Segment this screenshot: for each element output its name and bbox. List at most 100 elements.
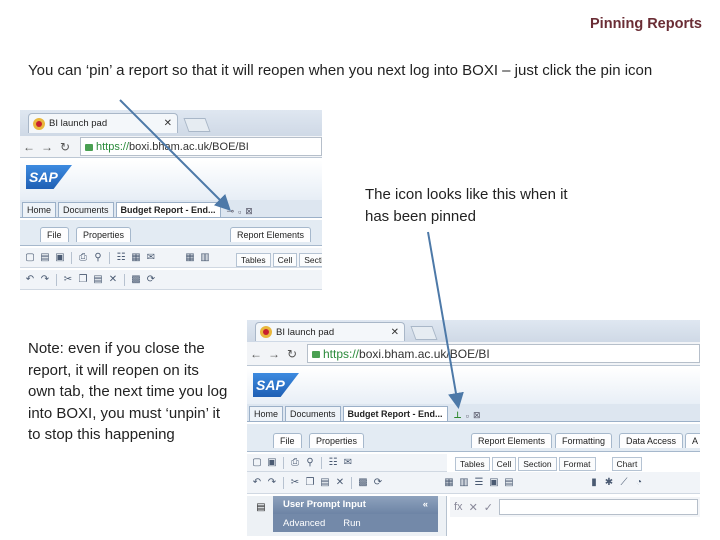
undo-icon[interactable]: ↶ — [251, 477, 263, 489]
minimize-icon[interactable]: ▫ — [238, 207, 241, 217]
sub-tab-section[interactable]: Section — [299, 253, 322, 267]
track-icon[interactable]: ☷ — [115, 252, 127, 264]
refresh-icon[interactable]: ⟳ — [372, 477, 384, 489]
browser-tab[interactable]: BI launch pad ✕ — [28, 113, 178, 133]
tab-documents[interactable]: Documents — [285, 406, 341, 421]
row-icon[interactable]: ☰ — [473, 477, 485, 489]
data-icon[interactable]: ▩ — [357, 477, 369, 489]
browser-tab-title: BI launch pad — [49, 118, 108, 129]
redo-icon[interactable]: ↷ — [39, 274, 51, 286]
reload-icon[interactable]: ↻ — [283, 347, 301, 361]
document-icon[interactable]: ▤ — [255, 502, 267, 514]
tab-home[interactable]: Home — [22, 202, 57, 217]
redo-icon[interactable]: ↷ — [266, 477, 278, 489]
tab-home[interactable]: Home — [249, 406, 284, 421]
cancel-formula-icon[interactable]: ✕ — [469, 501, 478, 514]
column-icon[interactable]: ▥ — [199, 252, 211, 264]
url-field[interactable]: https://boxi.bham.ac.uk/BOE/BI — [80, 137, 322, 156]
sub-tab-section[interactable]: Section — [518, 457, 557, 471]
tab-documents[interactable]: Documents — [58, 202, 114, 217]
run-button[interactable]: Run — [343, 518, 360, 529]
print-icon[interactable]: ⎙ — [77, 252, 89, 264]
sap-logo: SAP — [26, 165, 72, 189]
new-tab-button[interactable] — [183, 118, 211, 132]
formula-input[interactable] — [499, 499, 698, 515]
screenshot-pinned: BI launch pad ✕ ← → ↻ https://boxi.bham.… — [247, 320, 700, 536]
paste-icon[interactable]: ▤ — [319, 477, 331, 489]
track-icon[interactable]: ☷ — [327, 457, 339, 469]
back-icon[interactable]: ← — [247, 347, 265, 361]
forward-icon[interactable]: → — [265, 347, 283, 361]
bar-chart-icon[interactable]: ▮ — [588, 477, 600, 489]
ribbon-tab-properties[interactable]: Properties — [76, 227, 132, 242]
column-icon[interactable]: ▥ — [458, 477, 470, 489]
data-icon[interactable]: ▩ — [130, 274, 142, 286]
mail-icon[interactable]: ✉ — [342, 457, 354, 469]
copy-icon[interactable]: ❐ — [304, 477, 316, 489]
cut-icon[interactable]: ✂ — [289, 477, 301, 489]
copy-icon[interactable]: ❐ — [77, 274, 89, 286]
ribbon-tab-formatting[interactable]: Formatting — [555, 433, 613, 448]
tab-budget-report[interactable]: Budget Report - End... — [342, 406, 448, 421]
forward-icon[interactable]: → — [38, 140, 56, 154]
sub-tab-cell[interactable]: Cell — [491, 457, 517, 471]
open-icon[interactable]: ▤ — [39, 252, 51, 264]
sub-tab-format[interactable]: Format — [558, 457, 596, 471]
minimize-icon[interactable]: ▫ — [466, 411, 469, 421]
delete-icon[interactable]: ✕ — [107, 274, 119, 286]
secondary-toolbar: ↶ ↷ ✂ ❐ ▤ ✕ ▩ ⟳ — [20, 270, 322, 290]
save-icon[interactable]: ▣ — [54, 252, 66, 264]
url-field[interactable]: https://boxi.bham.ac.uk/BOE/BI — [307, 344, 700, 363]
ribbon-tab-report-elements[interactable]: Report Elements — [230, 227, 312, 242]
undo-icon[interactable]: ↶ — [24, 274, 36, 286]
bi-favicon-icon — [260, 326, 272, 338]
sub-tab-chart[interactable]: Chart — [611, 457, 643, 471]
table-icon[interactable]: ▦ — [184, 252, 196, 264]
reload-icon[interactable]: ↻ — [56, 140, 74, 154]
ribbon-tab-file[interactable]: File — [273, 433, 302, 448]
refresh-icon[interactable]: ⟳ — [145, 274, 157, 286]
save-icon[interactable]: ▣ — [266, 457, 278, 469]
ribbon-tab-file[interactable]: File — [40, 227, 69, 242]
pie-chart-icon[interactable]: ◔ — [633, 477, 645, 489]
close-tab-icon[interactable]: ✕ — [164, 118, 172, 129]
new-doc-icon[interactable]: ▢ — [251, 457, 263, 469]
ribbon-tab-more[interactable]: A — [685, 433, 700, 448]
ribbon-tab-properties[interactable]: Properties — [309, 433, 365, 448]
crosstab-icon[interactable]: ▣ — [488, 477, 500, 489]
find-icon[interactable]: ⚲ — [92, 252, 104, 264]
new-tab-button[interactable] — [410, 326, 438, 340]
fx-icon[interactable]: fx — [454, 501, 463, 513]
sub-tab-tables[interactable]: Tables — [236, 253, 271, 267]
accept-formula-icon[interactable]: ✓ — [484, 501, 493, 514]
close-icon[interactable]: ⊠ — [473, 410, 481, 421]
line-chart-icon[interactable]: ⟋ — [618, 477, 630, 489]
mail-icon[interactable]: ✉ — [145, 252, 157, 264]
cut-icon[interactable]: ✂ — [62, 274, 74, 286]
back-icon[interactable]: ← — [20, 140, 38, 154]
pin-icon[interactable]: ⊸ — [227, 206, 235, 217]
ribbon-tab-data-access[interactable]: Data Access — [619, 433, 684, 448]
close-tab-icon[interactable]: ✕ — [391, 327, 399, 338]
pinned-pin-icon[interactable]: ⊥ — [454, 410, 462, 421]
chart-icon[interactable]: ▦ — [130, 252, 142, 264]
print-icon[interactable]: ⎙ — [289, 457, 301, 469]
form-icon[interactable]: ▤ — [503, 477, 515, 489]
close-icon[interactable]: ⊠ — [245, 206, 253, 217]
sub-tab-cell[interactable]: Cell — [272, 253, 298, 267]
sub-tab-tables[interactable]: Tables — [455, 457, 490, 471]
ribbon-tab-report-elements[interactable]: Report Elements — [471, 433, 553, 448]
table-icon[interactable]: ▦ — [443, 477, 455, 489]
note-text: Note: even if you close the report, it w… — [28, 340, 228, 443]
advanced-button[interactable]: Advanced — [283, 518, 325, 529]
lock-icon — [312, 351, 320, 358]
tab-budget-report[interactable]: Budget Report - End... — [115, 202, 221, 217]
paste-icon[interactable]: ▤ — [92, 274, 104, 286]
chart-settings-icon[interactable]: ✱ — [603, 477, 615, 489]
new-doc-icon[interactable]: ▢ — [24, 252, 36, 264]
collapse-icon[interactable]: « — [423, 499, 428, 510]
browser-tab[interactable]: BI launch pad ✕ — [255, 322, 405, 341]
delete-icon[interactable]: ✕ — [334, 477, 346, 489]
find-icon[interactable]: ⚲ — [304, 457, 316, 469]
pinned-note-text: The icon looks like this when it has bee… — [365, 186, 568, 225]
